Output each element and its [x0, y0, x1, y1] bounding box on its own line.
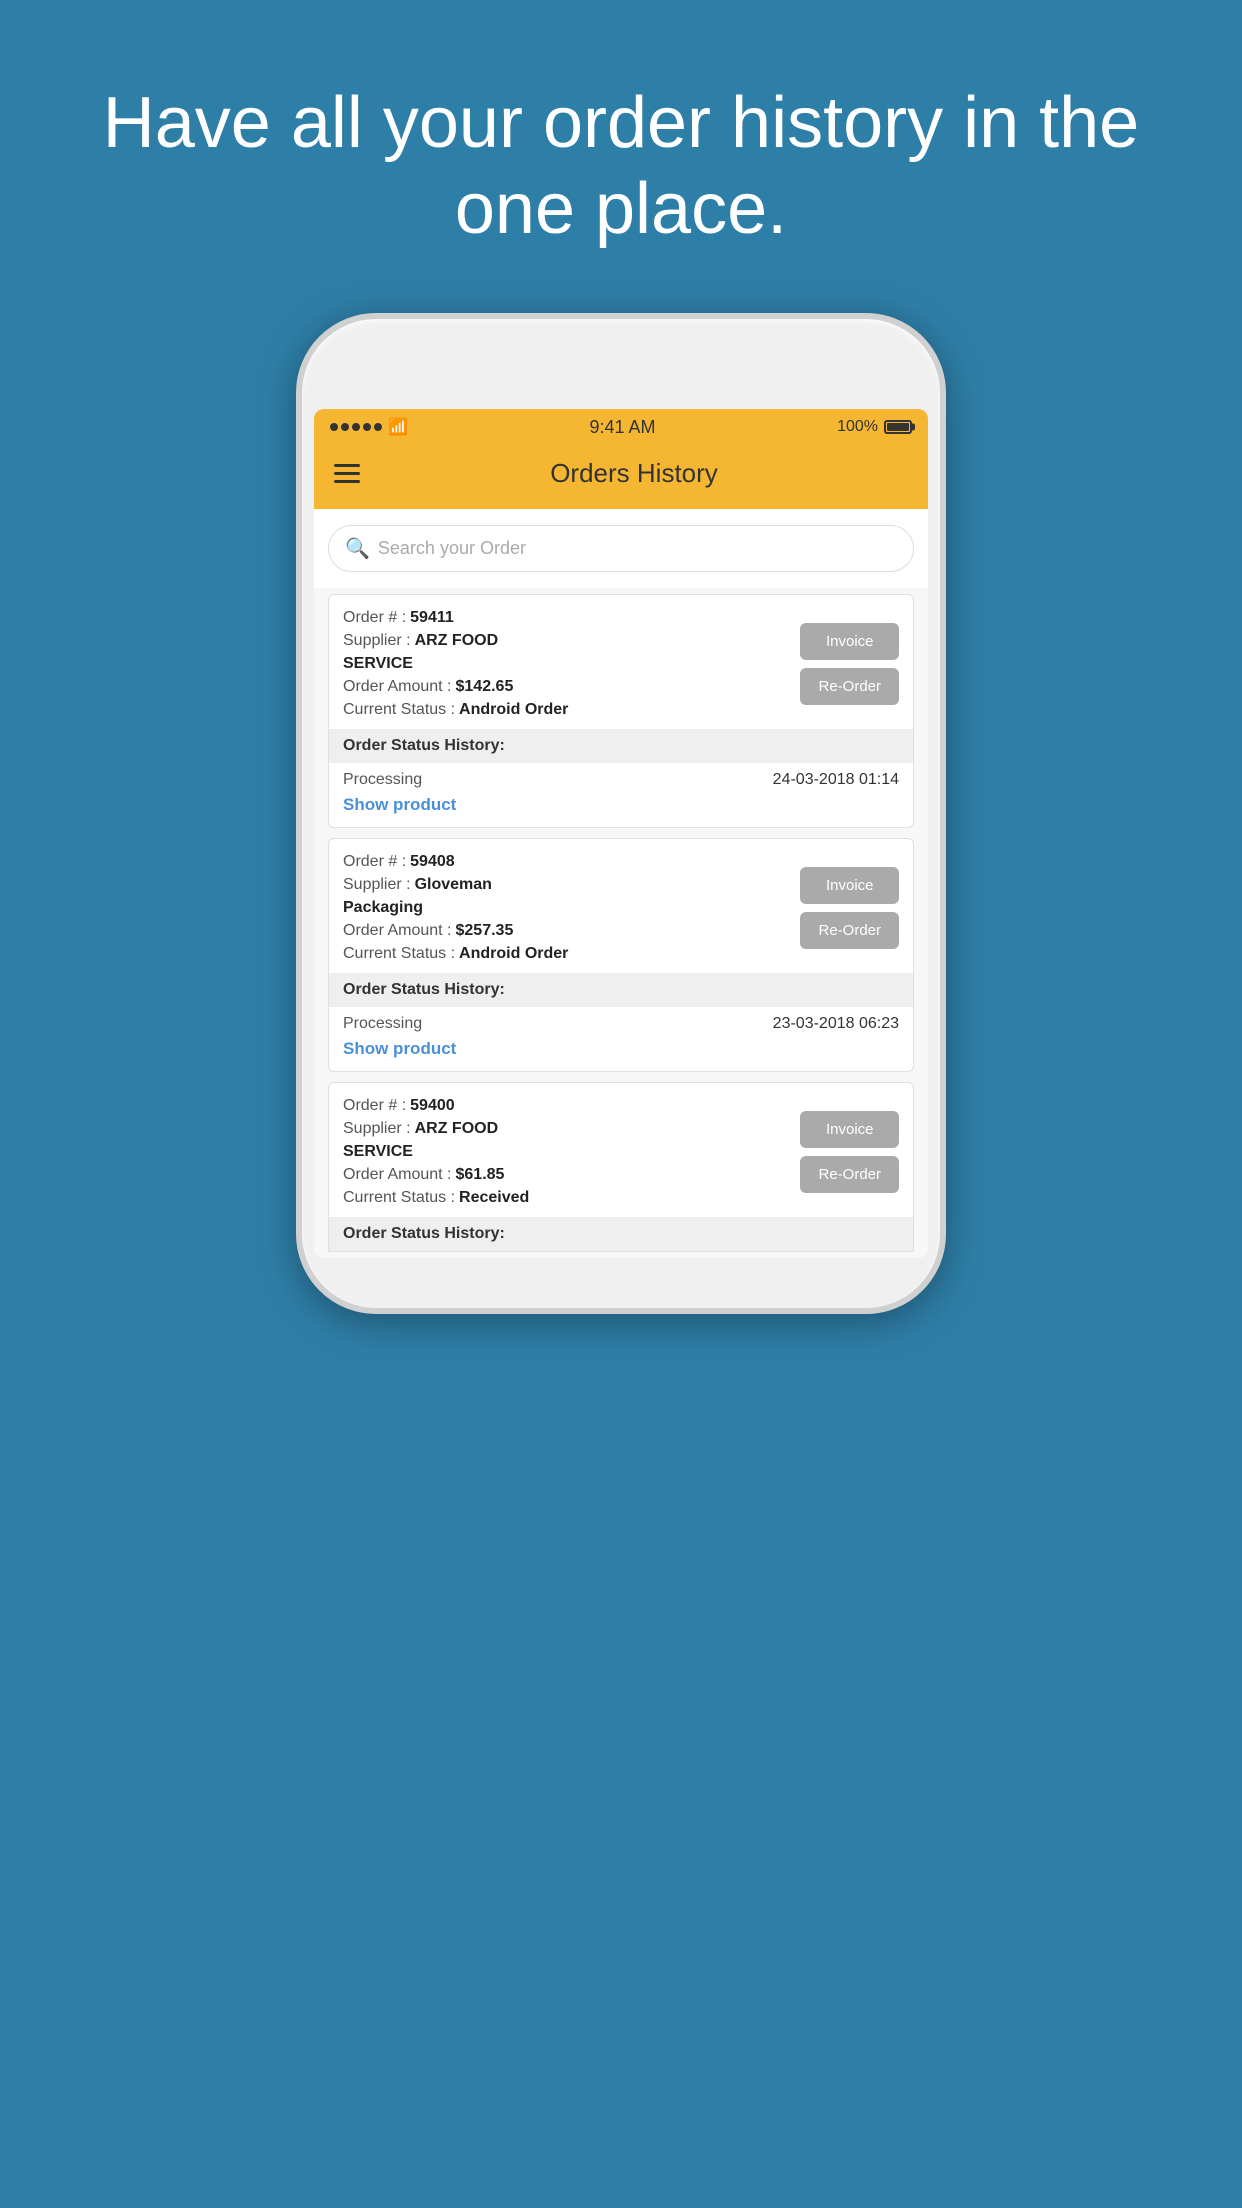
- processing-date-2: 23-03-2018 06:23: [773, 1015, 899, 1033]
- amount-label-3: Order Amount :: [343, 1166, 452, 1184]
- order-number-row-2: Order # : 59408: [343, 853, 790, 871]
- status-label: Current Status :: [343, 701, 455, 719]
- order-num-label-2: Order # :: [343, 853, 406, 871]
- search-icon: 🔍: [345, 536, 370, 561]
- search-input[interactable]: Search your Order: [378, 538, 526, 559]
- status-label-3: Current Status :: [343, 1189, 455, 1207]
- supplier-label-2: Supplier :: [343, 876, 411, 894]
- processing-row-1: Processing 24-03-2018 01:14: [329, 763, 913, 791]
- order-num-label-3: Order # :: [343, 1097, 406, 1115]
- amount-row-3: Order Amount : $61.85: [343, 1166, 790, 1184]
- order-info-2: Order # : 59408 Supplier : Gloveman Pack…: [343, 853, 790, 963]
- service-type-3: SERVICE: [343, 1143, 790, 1161]
- phone-wrapper: 📶 9:41 AM 100% Orders History: [296, 313, 946, 1314]
- battery-fill: [887, 423, 909, 431]
- order-buttons-1: Invoice Re-Order: [800, 609, 899, 719]
- service-type-1: SERVICE: [343, 655, 790, 673]
- order-card-3: Order # : 59400 Supplier : ARZ FOOD SERV…: [328, 1082, 914, 1252]
- amount-value-3: $61.85: [456, 1166, 505, 1184]
- hamburger-line-2: [334, 472, 360, 475]
- amount-row-2: Order Amount : $257.35: [343, 922, 790, 940]
- supplier-label-3: Supplier :: [343, 1120, 411, 1138]
- status-time: 9:41 AM: [589, 417, 655, 438]
- reorder-button-1[interactable]: Re-Order: [800, 668, 899, 705]
- supplier-row-2: Supplier : Gloveman: [343, 876, 790, 894]
- phone-shell: 📶 9:41 AM 100% Orders History: [296, 313, 946, 1314]
- order-main-2: Order # : 59408 Supplier : Gloveman Pack…: [329, 839, 913, 973]
- dot-5: [374, 423, 382, 431]
- order-card-2: Order # : 59408 Supplier : Gloveman Pack…: [328, 838, 914, 1072]
- app-title: Orders History: [360, 458, 908, 489]
- status-value-1: Android Order: [459, 701, 568, 719]
- processing-label-1: Processing: [343, 771, 422, 789]
- order-card-1: Order # : 59411 Supplier : ARZ FOOD SERV…: [328, 594, 914, 828]
- show-product-link-1[interactable]: Show product: [329, 791, 913, 827]
- amount-value-1: $142.65: [456, 678, 514, 696]
- order-num-value-1: 59411: [410, 609, 454, 627]
- search-box[interactable]: 🔍 Search your Order: [328, 525, 914, 572]
- search-container: 🔍 Search your Order: [314, 509, 928, 588]
- status-value-2: Android Order: [459, 945, 568, 963]
- order-info-3: Order # : 59400 Supplier : ARZ FOOD SERV…: [343, 1097, 790, 1207]
- invoice-button-3[interactable]: Invoice: [800, 1111, 899, 1148]
- show-product-link-2[interactable]: Show product: [329, 1035, 913, 1071]
- dot-1: [330, 423, 338, 431]
- status-row-1: Current Status : Android Order: [343, 701, 790, 719]
- supplier-value-3: ARZ FOOD: [415, 1120, 499, 1138]
- supplier-value-1: ARZ FOOD: [415, 632, 499, 650]
- battery-icon: [884, 420, 912, 434]
- processing-label-2: Processing: [343, 1015, 422, 1033]
- amount-value-2: $257.35: [456, 922, 514, 940]
- amount-label: Order Amount :: [343, 678, 452, 696]
- dot-2: [341, 423, 349, 431]
- order-info-1: Order # : 59411 Supplier : ARZ FOOD SERV…: [343, 609, 790, 719]
- hero-text: Have all your order history in the one p…: [0, 80, 1242, 253]
- order-main-1: Order # : 59411 Supplier : ARZ FOOD SERV…: [329, 595, 913, 729]
- processing-row-2: Processing 23-03-2018 06:23: [329, 1007, 913, 1035]
- service-type-2: Packaging: [343, 899, 790, 917]
- status-history-label-1: Order Status History:: [329, 729, 913, 763]
- supplier-row-3: Supplier : ARZ FOOD: [343, 1120, 790, 1138]
- battery-percent: 100%: [837, 418, 878, 436]
- order-buttons-3: Invoice Re-Order: [800, 1097, 899, 1207]
- supplier-row-1: Supplier : ARZ FOOD: [343, 632, 790, 650]
- wifi-icon: 📶: [388, 417, 408, 437]
- status-history-label-2: Order Status History:: [329, 973, 913, 1007]
- status-bar: 📶 9:41 AM 100%: [314, 409, 928, 446]
- signal-dots: [330, 423, 382, 431]
- hamburger-line-3: [334, 480, 360, 483]
- order-num-value-3: 59400: [410, 1097, 455, 1115]
- processing-date-1: 24-03-2018 01:14: [773, 771, 899, 789]
- app-header: Orders History: [314, 446, 928, 509]
- order-num-value-2: 59408: [410, 853, 455, 871]
- invoice-button-2[interactable]: Invoice: [800, 867, 899, 904]
- order-num-label: Order # :: [343, 609, 406, 627]
- hamburger-menu[interactable]: [334, 464, 360, 483]
- status-right: 100%: [837, 418, 912, 436]
- status-row-3: Current Status : Received: [343, 1189, 790, 1207]
- amount-label-2: Order Amount :: [343, 922, 452, 940]
- status-left: 📶: [330, 417, 408, 437]
- invoice-button-1[interactable]: Invoice: [800, 623, 899, 660]
- supplier-label: Supplier :: [343, 632, 411, 650]
- orders-list: Order # : 59411 Supplier : ARZ FOOD SERV…: [314, 588, 928, 1258]
- amount-row-1: Order Amount : $142.65: [343, 678, 790, 696]
- order-buttons-2: Invoice Re-Order: [800, 853, 899, 963]
- status-value-3: Received: [459, 1189, 529, 1207]
- order-main-3: Order # : 59400 Supplier : ARZ FOOD SERV…: [329, 1083, 913, 1217]
- status-history-label-3: Order Status History:: [329, 1217, 913, 1251]
- order-number-row-1: Order # : 59411: [343, 609, 790, 627]
- reorder-button-3[interactable]: Re-Order: [800, 1156, 899, 1193]
- phone-screen: 📶 9:41 AM 100% Orders History: [314, 409, 928, 1258]
- status-row-2: Current Status : Android Order: [343, 945, 790, 963]
- hamburger-line-1: [334, 464, 360, 467]
- order-number-row-3: Order # : 59400: [343, 1097, 790, 1115]
- reorder-button-2[interactable]: Re-Order: [800, 912, 899, 949]
- supplier-value-2: Gloveman: [415, 876, 492, 894]
- dot-4: [363, 423, 371, 431]
- dot-3: [352, 423, 360, 431]
- status-label-2: Current Status :: [343, 945, 455, 963]
